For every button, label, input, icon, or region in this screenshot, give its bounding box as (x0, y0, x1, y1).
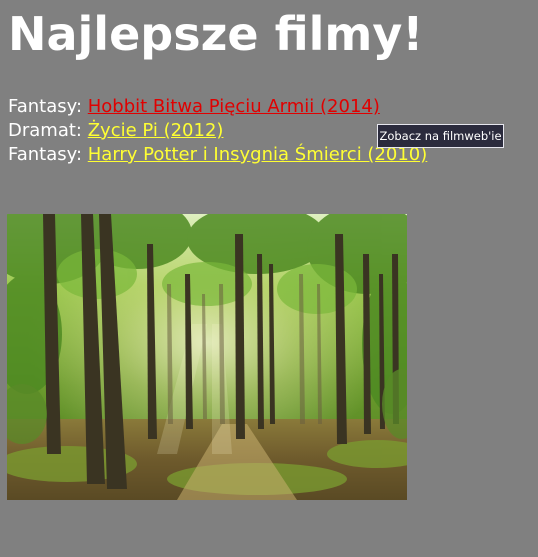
movie-row-harry-potter: Fantasy: Harry Potter i Insygnia Śmierci… (8, 143, 427, 167)
movie-genre: Fantasy: (8, 144, 83, 165)
movie-link-hobbit[interactable]: Hobbit Bitwa Pięciu Armii (2014) (88, 96, 380, 117)
movie-genre: Dramat: (8, 120, 82, 141)
forest-photo (7, 214, 407, 500)
movie-list: Fantasy: Hobbit Bitwa Pięciu Armii (2014… (8, 95, 427, 167)
page-title: Najlepsze filmy! (8, 7, 424, 61)
movie-row-zycie-pi: Dramat: Życie Pi (2012) (8, 119, 427, 143)
movie-link-zycie-pi[interactable]: Życie Pi (2012) (88, 120, 224, 141)
link-tooltip: Zobacz na filmweb'ie (377, 124, 504, 148)
movie-row-hobbit: Fantasy: Hobbit Bitwa Pięciu Armii (2014… (8, 95, 427, 119)
movie-genre: Fantasy: (8, 96, 83, 117)
